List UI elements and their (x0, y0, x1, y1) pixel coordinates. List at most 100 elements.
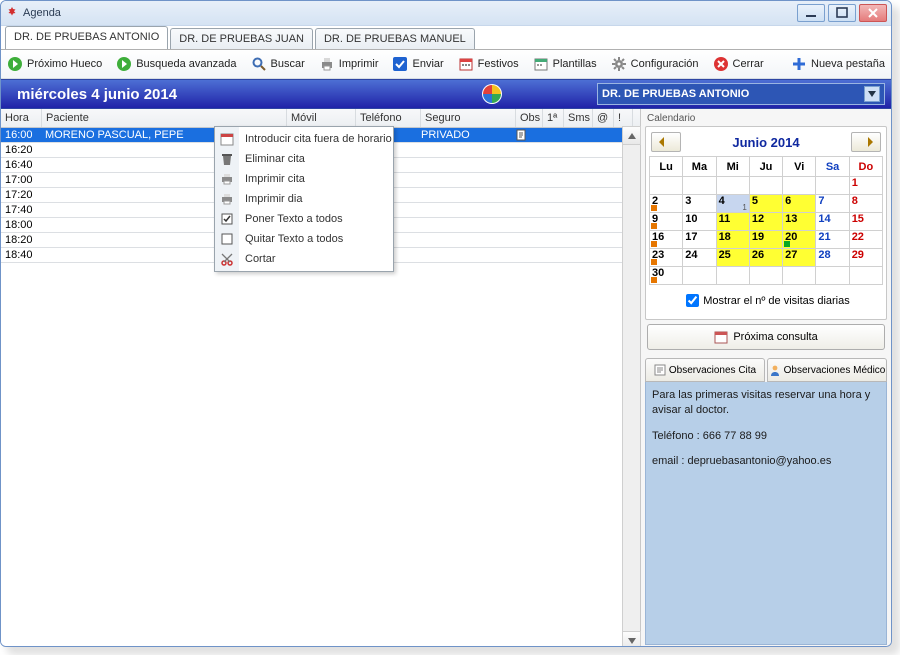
header-1a[interactable]: 1ª (543, 109, 564, 127)
calendar-day[interactable]: 2 (650, 195, 683, 213)
show-visits-checkbox[interactable]: Mostrar el nº de visitas diarias (649, 291, 883, 310)
config-button[interactable]: Configuración (611, 56, 699, 72)
calendar-day[interactable]: 27 (783, 249, 816, 267)
notes-line: Para las primeras visitas reservar una h… (652, 388, 880, 419)
menu-cortar[interactable]: Cortar (215, 249, 393, 269)
datebar-logo (387, 83, 597, 105)
plantillas-button[interactable]: Plantillas (533, 56, 597, 72)
tab-obs-medico[interactable]: Observaciones Médico (767, 358, 887, 382)
calendar-day[interactable]: 3 (683, 195, 716, 213)
show-visits-input[interactable] (686, 294, 699, 307)
calendar-day (849, 267, 882, 285)
calendar-day[interactable]: 15 (849, 213, 882, 231)
printer-icon (215, 172, 239, 186)
header-at[interactable]: @ (593, 109, 614, 127)
calendar-day[interactable]: 25 (716, 249, 749, 267)
cal-prev-button[interactable] (651, 132, 681, 152)
nueva-pestana-button[interactable]: Nueva pestaña (791, 56, 885, 72)
enviar-button[interactable]: Enviar (392, 56, 443, 72)
festivos-button[interactable]: Festivos (458, 56, 519, 72)
scroll-down-button[interactable] (622, 631, 641, 647)
gear-icon (611, 56, 627, 72)
window-title: Agenda (23, 7, 61, 19)
calendar-day[interactable]: 23 (650, 249, 683, 267)
scroll-up-button[interactable] (622, 126, 641, 145)
tab-doctor-3[interactable]: DR. DE PRUEBAS MANUEL (315, 28, 475, 49)
tab-doctor-1[interactable]: DR. DE PRUEBAS ANTONIO (5, 26, 168, 49)
menu-quitar-texto[interactable]: Quitar Texto a todos (215, 229, 393, 249)
header-paciente[interactable]: Paciente (42, 109, 287, 127)
content-area: Hora Paciente Móvil Teléfono Seguro Obs … (1, 109, 891, 647)
minimize-button[interactable] (797, 4, 825, 22)
vertical-scrollbar[interactable] (622, 127, 640, 647)
calendar-day[interactable]: 19 (749, 231, 782, 249)
menu-introducir-cita[interactable]: Introducir cita fuera de horario (215, 129, 393, 149)
calendar-day[interactable]: 29 (849, 249, 882, 267)
doctor-select[interactable]: DR. DE PRUEBAS ANTONIO (597, 83, 885, 105)
header-telefono[interactable]: Teléfono (356, 109, 421, 127)
calendar-table: LuMaMiJuViSaDo12341567891011121314151617… (649, 156, 883, 285)
toolbar: Próximo Hueco Busqueda avanzada Buscar I… (1, 50, 891, 79)
menu-imprimir-dia[interactable]: Imprimir dia (215, 189, 393, 209)
calendar-day[interactable]: 13 (783, 213, 816, 231)
tab-obs-cita[interactable]: Observaciones Cita (645, 358, 765, 382)
calendar-day[interactable]: 14 (816, 213, 849, 231)
notes-line: email : depruebasantonio@yahoo.es (652, 454, 880, 469)
busqueda-button[interactable]: Busqueda avanzada (116, 56, 236, 72)
chevron-down-icon (864, 86, 880, 102)
calendar-day[interactable]: 5 (749, 195, 782, 213)
arrow-right-icon (7, 56, 23, 72)
header-sms[interactable]: Sms (564, 109, 593, 127)
agenda-grid: Hora Paciente Móvil Teléfono Seguro Obs … (1, 109, 641, 647)
calendar-day[interactable]: 1 (849, 177, 882, 195)
header-movil[interactable]: Móvil (287, 109, 356, 127)
calendar-day[interactable]: 6 (783, 195, 816, 213)
date-bar: miércoles 4 junio 2014 DR. DE PRUEBAS AN… (1, 79, 891, 109)
calendar-day[interactable]: 7 (816, 195, 849, 213)
header-seguro[interactable]: Seguro (421, 109, 516, 127)
calendar-day[interactable]: 12 (749, 213, 782, 231)
buscar-button[interactable]: Buscar (251, 56, 305, 72)
calendar-day[interactable]: 30 (650, 267, 683, 285)
cal-next-button[interactable] (851, 132, 881, 152)
calendar-day (716, 267, 749, 285)
close-button[interactable] (859, 4, 887, 22)
header-hora[interactable]: Hora (1, 109, 42, 127)
header-obs[interactable]: Obs (516, 109, 543, 127)
maximize-button[interactable] (828, 4, 856, 22)
template-icon (533, 56, 549, 72)
menu-eliminar-cita[interactable]: Eliminar cita (215, 149, 393, 169)
calendar-day[interactable]: 26 (749, 249, 782, 267)
printer-icon (215, 192, 239, 206)
calendar-day[interactable]: 24 (683, 249, 716, 267)
imprimir-button[interactable]: Imprimir (319, 56, 379, 72)
calendar-day[interactable]: 21 (816, 231, 849, 249)
tab-doctor-2[interactable]: DR. DE PRUEBAS JUAN (170, 28, 313, 49)
calendar-day[interactable]: 8 (849, 195, 882, 213)
calendar-day[interactable]: 28 (816, 249, 849, 267)
calendar-day[interactable]: 22 (849, 231, 882, 249)
proximo-hueco-button[interactable]: Próximo Hueco (7, 56, 102, 72)
menu-poner-texto[interactable]: Poner Texto a todos (215, 209, 393, 229)
side-panel: Calendario Junio 2014 LuMaMiJuViSaDo1234… (641, 109, 891, 647)
menu-imprimir-cita[interactable]: Imprimir cita (215, 169, 393, 189)
calendar-day[interactable]: 10 (683, 213, 716, 231)
app-window: Agenda DR. DE PRUEBAS ANTONIO DR. DE PRU… (0, 0, 892, 647)
calendar-day[interactable]: 18 (716, 231, 749, 249)
checkbox-checked-icon (215, 213, 239, 225)
calendar-day[interactable]: 16 (650, 231, 683, 249)
calendar-day[interactable]: 11 (716, 213, 749, 231)
calendar-day[interactable]: 41 (716, 195, 749, 213)
checkbox-empty-icon (215, 233, 239, 245)
proxima-consulta-button[interactable]: Próxima consulta (647, 324, 885, 350)
calendar-day[interactable]: 9 (650, 213, 683, 231)
header-ex[interactable]: ! (614, 109, 633, 127)
doctor-tabs: DR. DE PRUEBAS ANTONIO DR. DE PRUEBAS JU… (1, 26, 891, 50)
calendar-day[interactable]: 20 (783, 231, 816, 249)
obs-tabs: Observaciones Cita Observaciones Médico (645, 358, 887, 382)
titlebar: Agenda (1, 1, 891, 26)
cerrar-button[interactable]: Cerrar (713, 56, 764, 72)
current-date: miércoles 4 junio 2014 (7, 86, 387, 103)
calendar-day[interactable]: 17 (683, 231, 716, 249)
calendar-day (749, 177, 782, 195)
